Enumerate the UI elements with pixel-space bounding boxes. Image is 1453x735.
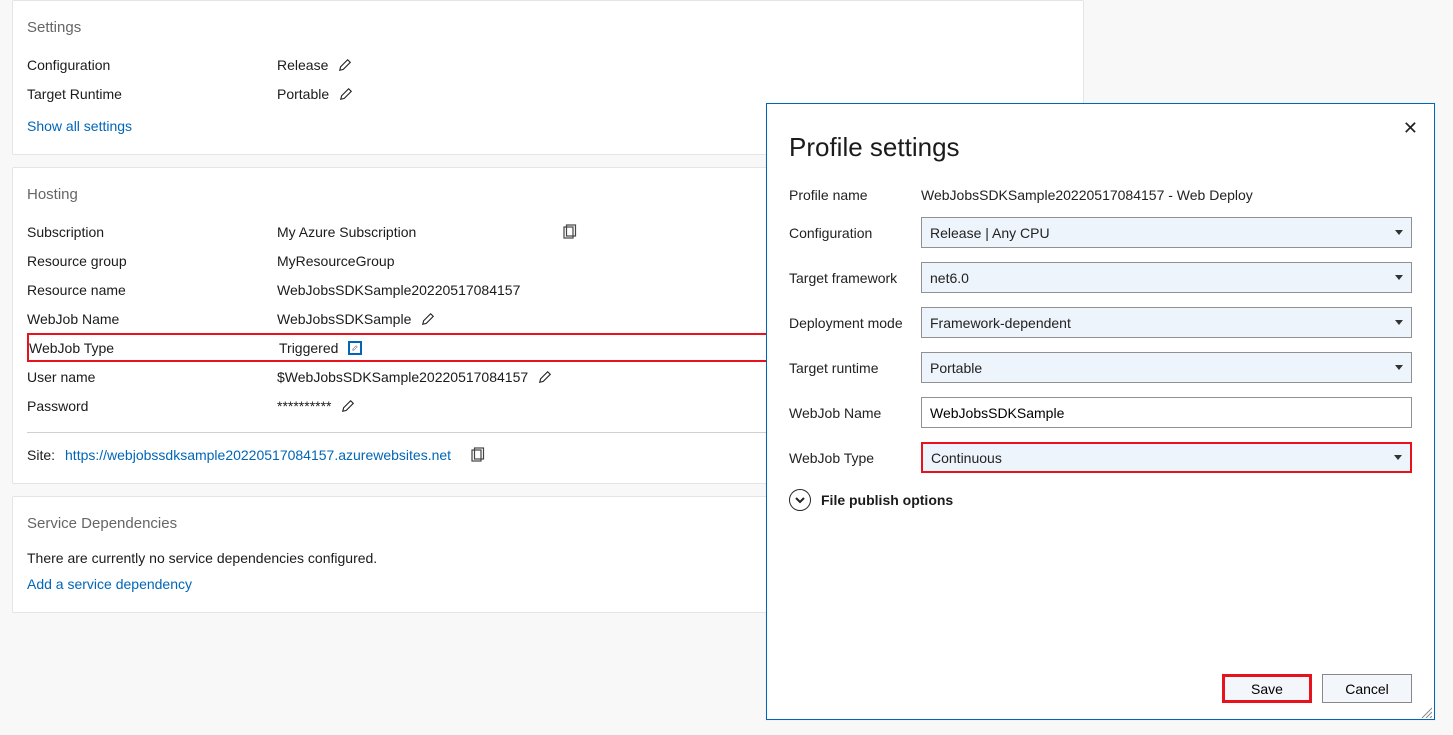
edit-webjob-type-icon[interactable] [348,341,362,355]
webjob-type-value: Triggered [279,340,338,356]
subscription-label: Subscription [27,224,277,240]
edit-webjob-name-icon[interactable] [421,312,435,326]
chevron-down-icon [1395,230,1403,235]
resource-group-label: Resource group [27,253,277,269]
site-url-link[interactable]: https://webjobssdksample20220517084157.a… [65,447,451,463]
chevron-down-circle-icon [789,489,811,511]
target-runtime-value: Portable [277,86,329,102]
site-label: Site: [27,447,55,463]
dialog-target-runtime-label: Target runtime [789,360,921,376]
configuration-label: Configuration [27,57,277,73]
deployment-mode-label: Deployment mode [789,315,921,331]
dialog-configuration-label: Configuration [789,225,921,241]
edit-password-icon[interactable] [341,399,355,413]
target-framework-select-value: net6.0 [930,270,969,286]
drow-webjob-name: WebJob Name [789,397,1412,428]
edit-target-runtime-icon[interactable] [339,87,353,101]
configuration-value: Release [277,57,328,73]
configuration-select-value: Release | Any CPU [930,225,1050,241]
profile-settings-dialog: ✕ Profile settings Profile name WebJobsS… [766,103,1435,720]
close-icon[interactable]: ✕ [1403,118,1418,139]
drow-configuration: Configuration Release | Any CPU [789,217,1412,248]
deployment-mode-select-value: Framework-dependent [930,315,1071,331]
chevron-down-icon [1394,455,1402,460]
chevron-down-icon [1395,365,1403,370]
settings-title: Settings [27,19,1059,36]
dialog-webjob-type-label: WebJob Type [789,450,921,466]
copy-subscription-icon[interactable] [561,224,577,240]
add-service-dependency-link[interactable]: Add a service dependency [27,576,192,592]
edit-configuration-icon[interactable] [338,58,352,72]
dialog-webjob-name-label: WebJob Name [789,405,921,421]
copy-site-url-icon[interactable] [469,447,485,463]
webjob-type-label: WebJob Type [29,340,279,356]
drow-profile-name: Profile name WebJobsSDKSample20220517084… [789,187,1412,203]
chevron-down-icon [1395,320,1403,325]
password-value: ********** [277,398,331,414]
drow-webjob-type: WebJob Type Continuous [789,442,1412,473]
resource-group-value: MyResourceGroup [277,253,395,269]
profile-name-value: WebJobsSDKSample20220517084157 - Web Dep… [921,187,1412,203]
webjob-name-input[interactable] [921,397,1412,428]
file-publish-options-label: File publish options [821,492,953,508]
resize-handle[interactable] [1420,705,1432,717]
save-button[interactable]: Save [1222,674,1312,703]
configuration-select[interactable]: Release | Any CPU [921,217,1412,248]
dialog-title: Profile settings [789,132,1412,163]
deployment-mode-select[interactable]: Framework-dependent [921,307,1412,338]
webjob-name-value: WebJobsSDKSample [277,311,411,327]
show-all-settings-link[interactable]: Show all settings [27,118,132,134]
target-framework-select[interactable]: net6.0 [921,262,1412,293]
target-runtime-select[interactable]: Portable [921,352,1412,383]
resource-name-value: WebJobsSDKSample20220517084157 [277,282,520,298]
cancel-button[interactable]: Cancel [1322,674,1412,703]
resource-name-label: Resource name [27,282,277,298]
user-name-value: $WebJobsSDKSample20220517084157 [277,369,528,385]
file-publish-options-toggle[interactable]: File publish options [789,489,1412,511]
edit-user-name-icon[interactable] [538,370,552,384]
dialog-footer: Save Cancel [789,674,1412,703]
subscription-value: My Azure Subscription [277,224,416,240]
target-runtime-select-value: Portable [930,360,982,376]
drow-target-runtime: Target runtime Portable [789,352,1412,383]
webjob-type-select-value: Continuous [931,450,1002,466]
user-name-label: User name [27,369,277,385]
chevron-down-icon [1395,275,1403,280]
webjob-type-select[interactable]: Continuous [921,442,1412,473]
target-framework-label: Target framework [789,270,921,286]
profile-name-label: Profile name [789,187,921,203]
target-runtime-label: Target Runtime [27,86,277,102]
row-configuration: Configuration Release [27,50,1059,79]
drow-deployment-mode: Deployment mode Framework-dependent [789,307,1412,338]
password-label: Password [27,398,277,414]
webjob-name-label: WebJob Name [27,311,277,327]
drow-target-framework: Target framework net6.0 [789,262,1412,293]
